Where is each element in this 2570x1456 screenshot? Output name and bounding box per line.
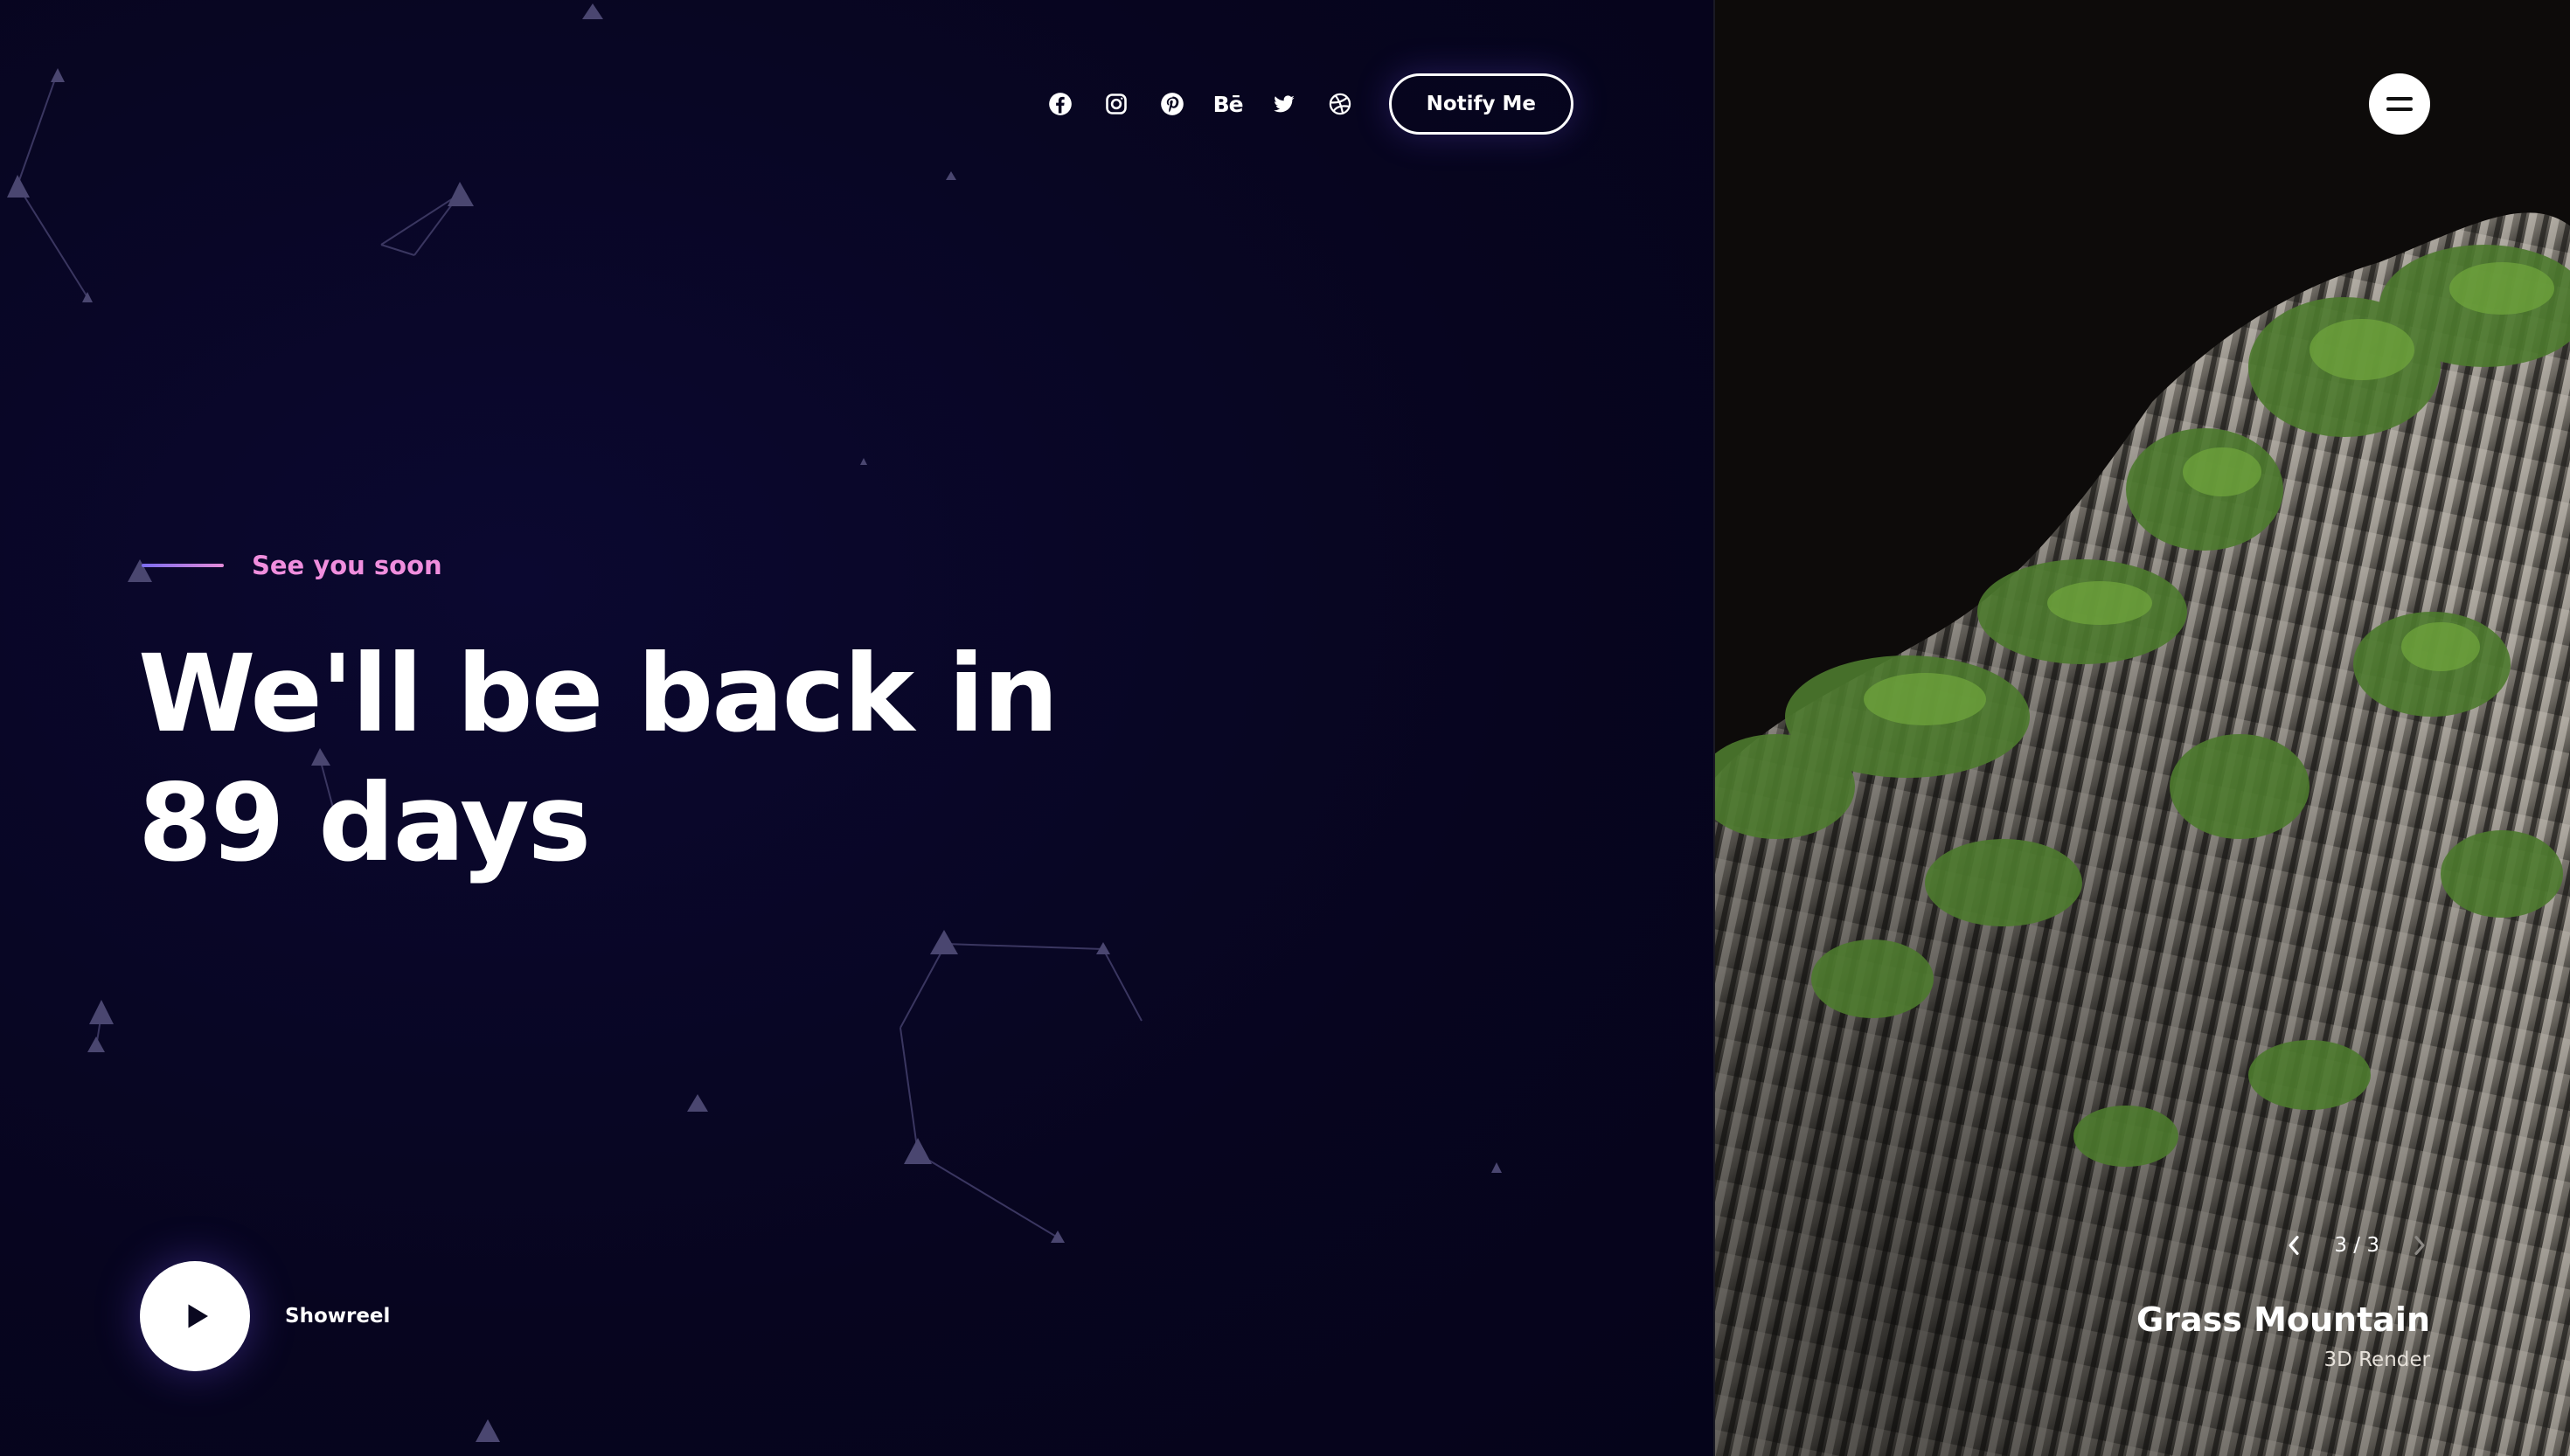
left-panel: Bē Notify Me See you soon We'll be back … <box>0 0 1713 1456</box>
play-button[interactable] <box>140 1261 250 1371</box>
social-links: Bē <box>1046 90 1354 118</box>
twitter-icon[interactable] <box>1270 90 1298 118</box>
slide-counter: 3 / 3 <box>2334 1234 2379 1257</box>
headline-line-1: We'll be back in <box>138 632 1059 756</box>
eyebrow: See you soon <box>142 551 442 580</box>
slider-nav: 3 / 3 <box>2283 1234 2430 1257</box>
chevron-left-icon[interactable] <box>2283 1235 2304 1256</box>
instagram-icon[interactable] <box>1102 90 1130 118</box>
headline-line-2: 89 days <box>138 761 591 885</box>
hero-headline: We'll be back in 89 days <box>138 629 1275 888</box>
dribbble-icon[interactable] <box>1326 90 1354 118</box>
eyebrow-divider <box>142 564 224 567</box>
top-bar: Bē Notify Me <box>1046 73 1573 135</box>
behance-icon[interactable]: Bē <box>1213 90 1244 118</box>
showreel-button[interactable]: Showreel <box>140 1261 390 1371</box>
play-icon <box>188 1304 208 1328</box>
chevron-right-icon[interactable] <box>2409 1235 2430 1256</box>
hamburger-menu-icon[interactable] <box>2369 73 2430 135</box>
pinterest-icon[interactable] <box>1158 90 1186 118</box>
slide-subtitle: 3D Render <box>2323 1349 2430 1371</box>
eyebrow-text: See you soon <box>252 551 442 580</box>
menu-bar-bottom <box>2386 107 2413 111</box>
slide-caption: Grass Mountain 3D Render <box>2136 1296 2430 1375</box>
right-panel-slider: 3 / 3 Grass Mountain 3D Render <box>1713 0 2570 1456</box>
menu-bar-top <box>2386 97 2413 101</box>
slide-title: Grass Mountain <box>2136 1300 2430 1339</box>
facebook-icon[interactable] <box>1046 90 1074 118</box>
notify-me-button[interactable]: Notify Me <box>1388 73 1573 135</box>
grass-mountain-render-image <box>1715 0 2570 1456</box>
coming-soon-page: Bē Notify Me See you soon We'll be back … <box>0 0 2570 1456</box>
showreel-label: Showreel <box>285 1305 391 1328</box>
